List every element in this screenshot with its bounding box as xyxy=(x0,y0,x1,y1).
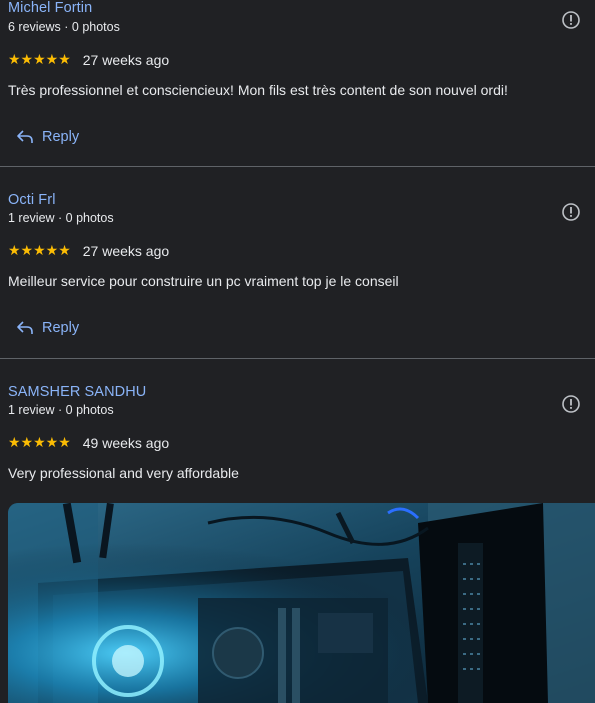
review-time: 49 weeks ago xyxy=(82,435,170,451)
reply-button[interactable]: Reply xyxy=(16,320,79,336)
reply-label: Reply xyxy=(42,129,80,145)
review-card: Octi Frl 1 review · 0 photos ★★★★★ 27 we… xyxy=(0,167,595,359)
report-flag-icon[interactable] xyxy=(561,394,581,414)
reply-arrow-icon xyxy=(17,321,33,334)
reply-label: Reply xyxy=(42,320,80,336)
rating-row: ★★★★★ 27 weeks ago xyxy=(8,243,169,259)
review-text: Very professional and very affordable xyxy=(8,465,239,481)
rating-row: ★★★★★ 27 weeks ago xyxy=(8,52,169,68)
star-rating: ★★★★★ xyxy=(8,435,71,451)
reply-arrow-icon xyxy=(17,130,33,143)
reviewer-name[interactable]: SAMSHER SANDHU xyxy=(8,384,146,400)
review-time: 27 weeks ago xyxy=(82,243,170,259)
reviewer-meta: 1 review · 0 photos xyxy=(8,403,114,417)
review-text: Très professionnel et consciencieux! Mon… xyxy=(8,82,508,98)
report-flag-icon[interactable] xyxy=(561,202,581,222)
review-photo[interactable] xyxy=(8,503,595,703)
review-text: Meilleur service pour construire un pc v… xyxy=(8,273,399,289)
star-rating: ★★★★★ xyxy=(8,52,71,68)
report-flag-icon[interactable] xyxy=(561,10,581,30)
review-time: 27 weeks ago xyxy=(82,52,170,68)
pc-build-image xyxy=(8,503,595,703)
reviewer-name[interactable]: Michel Fortin xyxy=(8,0,92,16)
review-card: Michel Fortin 6 reviews · 0 photos ★★★★★… xyxy=(0,0,595,167)
reviewer-meta: 6 reviews · 0 photos xyxy=(8,20,120,34)
reviewer-meta: 1 review · 0 photos xyxy=(8,211,114,225)
rating-row: ★★★★★ 49 weeks ago xyxy=(8,435,169,451)
reply-button[interactable]: Reply xyxy=(16,129,79,145)
reviewer-name[interactable]: Octi Frl xyxy=(8,192,56,208)
star-rating: ★★★★★ xyxy=(8,243,71,259)
